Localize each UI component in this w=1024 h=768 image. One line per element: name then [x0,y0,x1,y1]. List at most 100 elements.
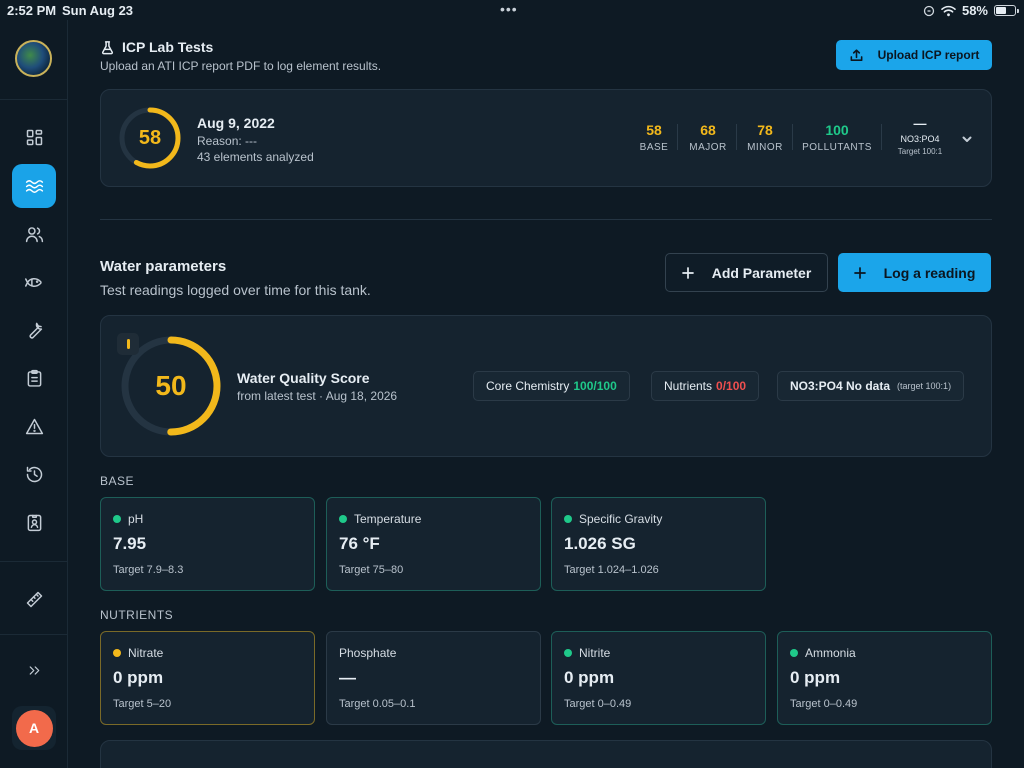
stat-divider [677,124,678,150]
battery-fill [996,7,1006,14]
icp-header: ICP Lab Tests Upload an ATI ICP report P… [100,37,992,77]
ratio-pill[interactable]: NO3:PO4 No data (target 100:1) [777,371,965,401]
log-reading-button[interactable]: Log a reading [838,253,991,292]
pill-value: 0/100 [716,379,747,393]
param-value: 0 ppm [790,668,841,687]
stat-value: 78 [757,122,773,138]
account-button[interactable]: A [12,706,56,750]
clipboard-icon [27,369,41,387]
icp-title-text: ICP Lab Tests [122,39,214,55]
status-dot [564,649,572,657]
sidebar-item-users[interactable] [12,212,56,256]
waves-icon [25,179,43,193]
status-date: Sun Aug 23 [62,3,134,18]
expand-sidebar-button[interactable] [12,648,56,692]
status-dot [339,515,347,523]
water-params-title: Water parameters [100,258,227,275]
sidebar-item-profile[interactable] [12,500,56,544]
core-chemistry-pill[interactable]: Core Chemistry 100/100 [473,371,630,401]
icp-reason: Reason: --- [197,134,258,148]
param-target: Target 75–80 [339,564,404,576]
sidebar-item-alerts[interactable] [12,404,56,448]
orientation-lock-icon [923,5,935,16]
param-card-phosphate[interactable]: Phosphate — Target 0.05–0.1 [326,631,541,725]
param-label: pH [128,512,144,526]
param-value: 0 ppm [113,668,164,687]
param-card-nitrite[interactable]: Nitrite 0 ppm Target 0–0.49 [551,631,766,725]
param-value: 7.95 [113,534,147,553]
nutrients-pill[interactable]: Nutrients 0/100 [651,371,760,401]
pill-label: Nutrients [664,379,713,393]
param-card-specific-gravity[interactable]: Specific Gravity 1.026 SG Target 1.024–1… [551,497,766,591]
param-target: Target 7.9–8.3 [113,564,184,576]
water-params-subtitle: Test readings logged over time for this … [100,282,371,298]
sidebar-divider [0,99,68,100]
stat-label: MAJOR [689,142,727,153]
water-quality-title: Water Quality Score [237,370,370,386]
warning-icon [25,418,43,434]
param-label: Nitrite [579,646,611,660]
upload-icp-label: Upload ICP report [877,48,980,62]
pill-label: NO3:PO4 No data [790,379,891,393]
sidebar-divider [0,634,68,635]
log-reading-label: Log a reading [883,264,976,281]
stat-major: 68 MAJOR [683,122,733,153]
sidebar-item-equipment[interactable] [12,308,56,352]
sidebar-item-livestock[interactable] [12,260,56,304]
users-icon [25,226,43,242]
app-logo[interactable] [15,40,52,77]
icp-date: Aug 9, 2022 [197,115,275,131]
stat-value: 100 [825,122,849,138]
sidebar: A [0,20,68,768]
stat-pollutants: 100 POLLUTANTS [799,122,875,153]
stat-divider [736,124,737,150]
fish-icon [24,277,42,287]
flask-icon [101,40,114,54]
upload-icp-button[interactable]: Upload ICP report [836,40,992,70]
status-time: 2:52 PM [7,3,57,18]
stat-label: MINOR [747,142,783,153]
sidebar-item-history[interactable] [12,452,56,496]
stat-value: 58 [646,122,662,138]
status-right: 58% [923,3,1019,18]
icp-ratio: — NO3:PO4 Target 100:1 [894,116,946,156]
sidebar-item-water[interactable] [12,164,56,208]
ratio-value: — [913,116,927,131]
water-quality-subtitle: from latest test · Aug 18, 2026 [237,389,398,403]
sidebar-item-tasks[interactable] [12,356,56,400]
param-name: Specific Gravity [564,512,662,526]
plus-icon [853,266,866,279]
stat-minor: 78 MINOR [741,122,789,153]
param-name: Nitrite [564,646,610,660]
param-value: — [339,668,356,687]
icp-summary-card[interactable]: 58 Aug 9, 2022 Reason: --- 43 elements a… [100,89,992,187]
param-card-ph[interactable]: pH 7.95 Target 7.9–8.3 [100,497,315,591]
multitasking-dots-icon[interactable]: ••• [500,1,518,17]
sidebar-item-dashboard[interactable] [12,115,56,159]
stat-value: 68 [700,122,716,138]
ratio-target: Target 100:1 [897,147,943,156]
param-label: Phosphate [339,646,397,660]
param-target: Target 0.05–0.1 [339,698,416,710]
ruler-icon [26,591,42,607]
battery-percent: 58% [961,3,988,18]
param-card-temperature[interactable]: Temperature 76 °F Target 75–80 [326,497,541,591]
param-name: Temperature [339,512,421,526]
sidebar-item-tools[interactable] [12,577,56,621]
param-card-ammonia[interactable]: Ammonia 0 ppm Target 0–0.49 [777,631,992,725]
param-name: Phosphate [339,646,396,660]
param-value: 76 °F [339,534,380,553]
pill-label: Core Chemistry [486,379,570,393]
param-label: Specific Gravity [579,512,663,526]
param-label: Ammonia [805,646,856,660]
ratio-label: NO3:PO4 [900,134,940,144]
param-target: Target 1.024–1.026 [564,564,659,576]
add-parameter-button[interactable]: Add Parameter [665,253,828,292]
battery-icon [994,5,1019,16]
wrench-icon [28,322,42,339]
next-section-card [100,740,992,768]
stat-divider [881,124,882,150]
expand-icp-button[interactable] [961,132,973,150]
avatar: A [15,709,53,747]
param-card-nitrate[interactable]: Nitrate 0 ppm Target 5–20 [100,631,315,725]
